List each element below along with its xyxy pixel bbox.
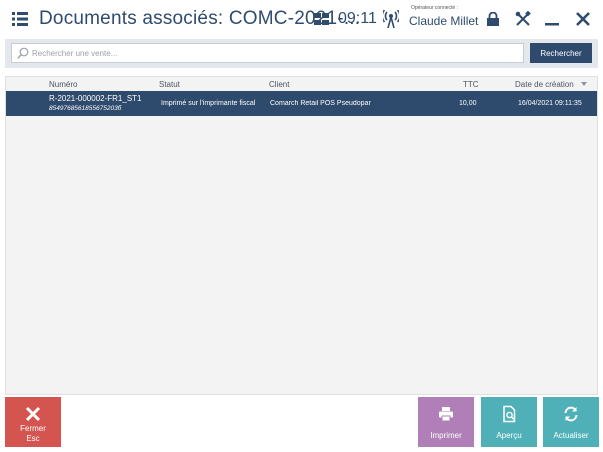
menu-icon[interactable] — [12, 12, 28, 26]
cell-numero: R-2021-000002-FR1_ST1 — [49, 94, 142, 103]
column-header-ttc[interactable]: TTC — [463, 80, 479, 89]
page-title: Documents associés: COMC-2021-... — [39, 8, 361, 29]
cell-statut: Imprimé sur l'imprimante fiscal — [161, 100, 256, 107]
search-bar: Rechercher — [5, 39, 598, 68]
print-button-label: Imprimer — [430, 431, 462, 440]
column-header-client[interactable]: Client — [269, 80, 289, 89]
search-input[interactable] — [32, 45, 512, 61]
tools-icon[interactable] — [515, 11, 531, 27]
search-button[interactable]: Rechercher — [530, 43, 592, 63]
column-header-date[interactable]: Date de création — [515, 80, 574, 89]
close-button-label: Fermer — [20, 424, 46, 433]
close-button-shortcut: Esc — [26, 434, 40, 443]
preview-icon — [503, 405, 516, 423]
minimize-icon[interactable] — [545, 11, 559, 27]
refresh-button[interactable]: Actualiser — [543, 397, 599, 447]
lock-icon[interactable] — [486, 12, 500, 26]
search-icon — [17, 47, 29, 59]
close-icon[interactable] — [575, 11, 591, 27]
printer-icon — [439, 407, 453, 422]
sort-desc-icon — [581, 82, 587, 86]
grid-header: Numéro Statut Client TTC Date de créatio… — [6, 77, 597, 91]
clock: 09:11 — [338, 10, 377, 27]
title-bar: Documents associés: COMC-2021-... 09:11 … — [0, 0, 603, 38]
cell-client: Comarch Retail POS Pseudopar — [270, 100, 371, 107]
search-field[interactable] — [11, 43, 524, 63]
cell-code: 8549768561855675203б — [49, 105, 122, 112]
x-icon — [25, 406, 41, 422]
operator-name: Claude Millet — [409, 14, 479, 28]
antenna-icon — [383, 10, 399, 28]
preview-button-label: Aperçu — [496, 431, 522, 440]
cell-date: 16/04/2021 09:11:35 — [518, 100, 582, 107]
column-header-numero[interactable]: Numéro — [49, 80, 77, 89]
refresh-icon — [564, 406, 578, 422]
cell-ttc: 10,00 — [459, 100, 477, 107]
close-button[interactable]: Fermer Esc — [5, 397, 61, 447]
preview-button[interactable]: Aperçu — [481, 397, 537, 447]
table-row[interactable]: R-2021-000002-FR1_ST1 854976856185567520… — [6, 91, 597, 116]
layout-icon[interactable] — [314, 13, 329, 25]
operator-label: Opérateur connecté : — [411, 5, 458, 11]
refresh-button-label: Actualiser — [553, 431, 589, 440]
documents-grid: Numéro Statut Client TTC Date de créatio… — [5, 76, 598, 395]
column-header-statut[interactable]: Statut — [159, 80, 180, 89]
print-button[interactable]: Imprimer — [418, 397, 474, 447]
